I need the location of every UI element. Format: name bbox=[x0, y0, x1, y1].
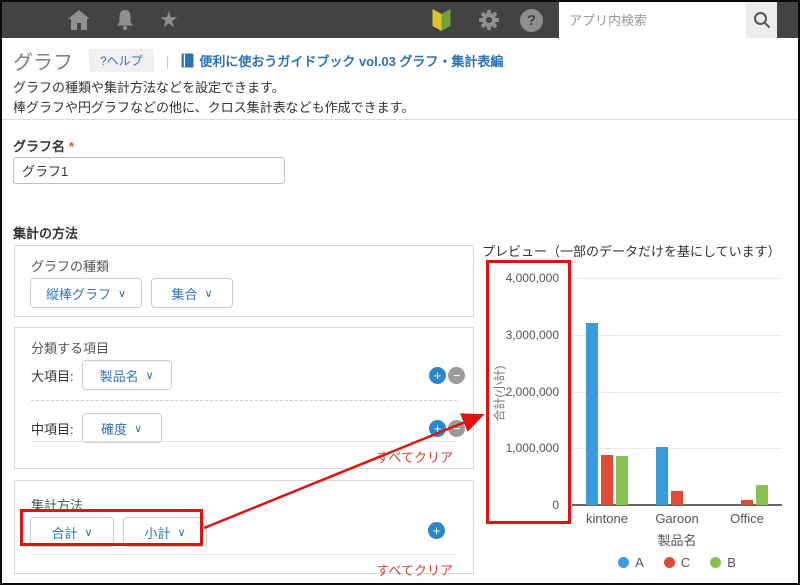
search-button[interactable] bbox=[746, 2, 777, 38]
legend-dot-icon bbox=[618, 557, 630, 568]
chart-type-dropdown[interactable]: 縦棒グラフ ∨ bbox=[30, 278, 142, 308]
help-link-button[interactable]: ?ヘルプ bbox=[89, 49, 154, 72]
chart-legend: ACB bbox=[572, 555, 782, 570]
gridline bbox=[572, 448, 782, 449]
y-axis-title: 合計(小計) bbox=[492, 365, 507, 421]
grouping-label: 分類する項目 bbox=[31, 341, 110, 356]
app-search bbox=[559, 2, 777, 38]
graph-name-label-text: グラフ名 bbox=[13, 139, 66, 154]
chart-mode-dropdown[interactable]: 集合 ∨ bbox=[151, 278, 233, 308]
remove-major-item-button[interactable]: − bbox=[448, 367, 465, 384]
home-icon[interactable] bbox=[67, 9, 91, 31]
divider bbox=[31, 554, 457, 555]
chevron-down-icon: ∨ bbox=[134, 422, 143, 435]
page-title: グラフ bbox=[13, 52, 73, 74]
y-axis-tick-label: 4,000,000 bbox=[505, 271, 559, 285]
divider bbox=[2, 119, 798, 120]
aggregation-method-label: 集計方法 bbox=[31, 498, 84, 513]
gridline bbox=[572, 278, 782, 279]
bar-C-Garoon[interactable] bbox=[671, 491, 683, 505]
add-middle-item-button[interactable]: + bbox=[429, 420, 446, 437]
remove-middle-item-button[interactable]: − bbox=[448, 420, 465, 437]
x-axis-category-label: Office bbox=[730, 511, 764, 526]
bar-A-kintone[interactable] bbox=[586, 323, 598, 505]
major-item-label: 大項目: bbox=[31, 368, 74, 384]
legend-dot-icon bbox=[663, 557, 675, 568]
major-item-dropdown[interactable]: 製品名 ∨ bbox=[81, 360, 172, 390]
settings-gear-icon[interactable] bbox=[478, 9, 500, 31]
chart-type-value: 縦棒グラフ bbox=[45, 286, 111, 302]
legend-label: A bbox=[635, 555, 644, 570]
legend-item-C[interactable]: C bbox=[663, 555, 691, 570]
middle-item-dropdown[interactable]: 確度 ∨ bbox=[81, 413, 162, 443]
graph-name-label: グラフ名 * bbox=[13, 136, 74, 155]
x-axis-category-label: Garoon bbox=[655, 511, 699, 526]
chevron-down-icon: ∨ bbox=[117, 287, 127, 300]
app-window: ★ ? グラフ ?ヘ bbox=[0, 0, 800, 585]
grouping-row-major: 大項目: 製品名 ∨ bbox=[31, 360, 172, 390]
help-icon[interactable]: ? bbox=[520, 8, 543, 32]
aggregation-method-panel: 集計方法 合計 ∨ 小計 ∨ + すべてクリア bbox=[14, 480, 474, 578]
grouping-clear-all-link[interactable]: すべてクリア bbox=[376, 447, 453, 466]
hamburger-menu-icon[interactable] bbox=[22, 12, 45, 29]
page-header: グラフ ?ヘルプ | 便利に使おうガイドブック vol.03 グラフ・集計表編 bbox=[13, 46, 503, 75]
chevron-down-icon: ∨ bbox=[204, 287, 213, 300]
legend-label: B bbox=[727, 555, 736, 570]
x-axis-title: 製品名 bbox=[657, 533, 697, 548]
legend-item-A[interactable]: A bbox=[618, 555, 644, 570]
aggregation-function-dropdown[interactable]: 合計 ∨ bbox=[30, 517, 114, 547]
aggregation-function-value: 合計 bbox=[51, 525, 78, 541]
notification-bell-icon[interactable] bbox=[115, 9, 135, 31]
aggregation-section-label: 集計の方法 bbox=[13, 226, 79, 241]
top-navigation-bar: ★ ? bbox=[2, 2, 798, 38]
book-icon bbox=[181, 53, 194, 68]
chart-type-panel: グラフの種類 縦棒グラフ ∨ 集合 ∨ bbox=[14, 245, 474, 317]
subtotal-dropdown[interactable]: 小計 ∨ bbox=[123, 517, 207, 547]
grouping-panel: 分類する項目 大項目: 製品名 ∨ + − 中項目: 確度 ∨ + − すべてクリア bbox=[14, 327, 474, 469]
subtotal-value: 小計 bbox=[144, 525, 171, 541]
chevron-down-icon: ∨ bbox=[84, 526, 93, 539]
middle-item-value: 確度 bbox=[101, 421, 128, 437]
chart-type-label: グラフの種類 bbox=[31, 259, 110, 274]
favorite-star-icon[interactable]: ★ bbox=[159, 9, 179, 31]
gridline bbox=[572, 335, 782, 336]
description-line: 棒グラフや円グラフなどの他に、クロス集計表なども作成できます。 bbox=[13, 100, 415, 116]
bar-C-kintone[interactable] bbox=[601, 455, 613, 505]
required-asterisk: * bbox=[69, 139, 75, 154]
search-input[interactable] bbox=[559, 2, 746, 38]
legend-dot-icon bbox=[710, 557, 722, 568]
legend-item-B[interactable]: B bbox=[710, 555, 736, 570]
major-item-value: 製品名 bbox=[99, 368, 139, 384]
search-icon bbox=[753, 12, 770, 29]
divider bbox=[31, 441, 457, 442]
chevron-down-icon: ∨ bbox=[177, 526, 186, 539]
bar-A-Garoon[interactable] bbox=[656, 447, 668, 505]
description-line: グラフの種類や集計方法などを設定できます。 bbox=[13, 80, 285, 95]
guidebook-link-label: 便利に使おうガイドブック vol.03 グラフ・集計表編 bbox=[199, 54, 504, 69]
dashed-divider bbox=[31, 400, 457, 401]
bar-C-Office[interactable] bbox=[741, 500, 753, 505]
aggregation-clear-all-link[interactable]: すべてクリア bbox=[376, 560, 453, 579]
x-axis-category-label: kintone bbox=[586, 511, 628, 526]
chevron-down-icon: ∨ bbox=[145, 369, 154, 382]
bar-chart-preview: 0 1,000,000 2,000,000 3,000,000 4,000,000 合計(… bbox=[482, 257, 798, 583]
bar-B-Office[interactable] bbox=[756, 485, 768, 505]
guidebook-link[interactable]: 便利に使おうガイドブック vol.03 グラフ・集計表編 bbox=[181, 51, 503, 70]
page-description: グラフの種類や集計方法などを設定できます。 棒グラフや円グラフなどの他に、クロス… bbox=[13, 78, 414, 118]
gridline bbox=[572, 392, 782, 393]
legend-label: C bbox=[680, 555, 691, 570]
add-major-item-button[interactable]: + bbox=[429, 367, 446, 384]
grouping-row-middle: 中項目: 確度 ∨ bbox=[31, 413, 162, 443]
bar-B-kintone[interactable] bbox=[616, 456, 628, 505]
beginner-mark-icon bbox=[429, 7, 454, 33]
chart-mode-value: 集合 bbox=[171, 286, 198, 302]
y-axis-tick-label: 0 bbox=[552, 498, 559, 512]
add-aggregation-button[interactable]: + bbox=[428, 522, 445, 539]
graph-name-input[interactable] bbox=[13, 157, 285, 184]
middle-item-label: 中項目: bbox=[31, 421, 74, 437]
separator: | bbox=[165, 52, 170, 69]
